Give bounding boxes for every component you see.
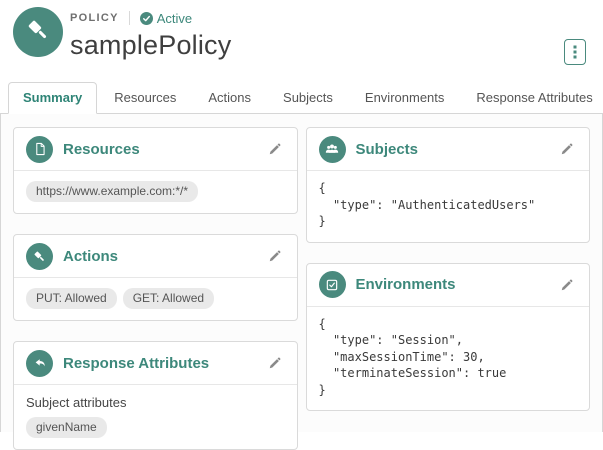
environments-card-title: Environments: [355, 276, 456, 293]
right-column: Subjects { "type": "AuthenticatedUsers" …: [305, 127, 590, 432]
status-badge: Active: [139, 10, 193, 26]
subjects-card-body: { "type": "AuthenticatedUsers" }: [307, 171, 590, 242]
left-column: Resources https://www.example.com:*/* Ac…: [13, 127, 298, 450]
entity-type-label: POLICY: [70, 12, 119, 24]
subjects-json: { "type": "AuthenticatedUsers" }: [318, 181, 536, 228]
edit-response-attributes-button[interactable]: [265, 353, 285, 373]
gavel-icon: [24, 16, 52, 49]
page-title: samplePolicy: [70, 30, 232, 60]
edit-environments-button[interactable]: [557, 275, 577, 295]
subjects-card-title: Subjects: [355, 140, 419, 158]
policy-avatar: [13, 7, 63, 57]
reply-arrow-icon: [26, 349, 53, 377]
resources-card-body: https://www.example.com:*/*: [14, 171, 297, 213]
kebab-icon: [573, 45, 577, 59]
pencil-icon: [269, 250, 280, 262]
pencil-icon: [269, 143, 280, 155]
tab-response-attributes[interactable]: Response Attributes: [461, 82, 603, 114]
kebab-menu-button[interactable]: [564, 39, 586, 65]
check-circle-icon: [139, 11, 153, 25]
subject-attributes-label: Subject attributes: [26, 395, 127, 410]
file-icon: [26, 135, 53, 163]
environments-card-header: Environments: [306, 264, 589, 307]
actions-card-body: PUT: Allowed GET: Allowed: [14, 278, 297, 320]
response-attribute-chip: givenName: [26, 417, 107, 438]
resource-chip: https://www.example.com:*/*: [26, 181, 199, 202]
tab-actions[interactable]: Actions: [193, 82, 266, 114]
response-attributes-card-title: Response Attributes: [63, 354, 210, 372]
response-attributes-card: Response Attributes Subject attributes g…: [13, 341, 298, 450]
gavel-icon: [26, 242, 53, 270]
tab-subjects[interactable]: Subjects: [268, 82, 348, 114]
header-divider: [128, 11, 130, 25]
users-icon: [318, 135, 346, 163]
subjects-card-header: Subjects: [306, 128, 589, 171]
summary-panel: Resources https://www.example.com:*/* Ac…: [0, 114, 603, 450]
subjects-card: Subjects { "type": "AuthenticatedUsers" …: [305, 127, 590, 243]
status-text: Active: [156, 10, 193, 26]
actions-card-header: Actions: [14, 235, 297, 278]
edit-resources-button[interactable]: [265, 139, 285, 159]
check-square-icon: [318, 271, 346, 298]
environments-card-body: { "type": "Session", "maxSessionTime": 3…: [307, 307, 590, 411]
pencil-icon: [561, 143, 573, 155]
edit-subjects-button[interactable]: [557, 139, 577, 159]
actions-card: Actions PUT: Allowed GET: Allowed: [13, 234, 298, 321]
tab-summary[interactable]: Summary: [8, 82, 98, 114]
resources-card: Resources https://www.example.com:*/*: [13, 127, 298, 214]
edit-actions-button[interactable]: [265, 246, 285, 266]
action-chip: GET: Allowed: [122, 288, 215, 309]
tab-environments[interactable]: Environments: [350, 82, 459, 114]
tab-bar: Summary Resources Actions Subjects Envir…: [0, 82, 603, 114]
resources-card-title: Resources: [63, 140, 140, 158]
pencil-icon: [269, 357, 280, 369]
response-attributes-card-header: Response Attributes: [14, 342, 297, 385]
tab-resources[interactable]: Resources: [99, 82, 191, 114]
action-chip: PUT: Allowed: [26, 288, 117, 309]
response-attributes-card-body: Subject attributes givenName: [14, 385, 297, 449]
environments-card: Environments { "type": "Session", "maxSe…: [305, 262, 590, 411]
pencil-icon: [561, 279, 573, 290]
environments-json: { "type": "Session", "maxSessionTime": 3…: [318, 316, 507, 397]
page-header: POLICY Active samplePolicy: [0, 0, 603, 84]
resources-card-header: Resources: [14, 128, 297, 171]
actions-card-title: Actions: [63, 247, 119, 265]
